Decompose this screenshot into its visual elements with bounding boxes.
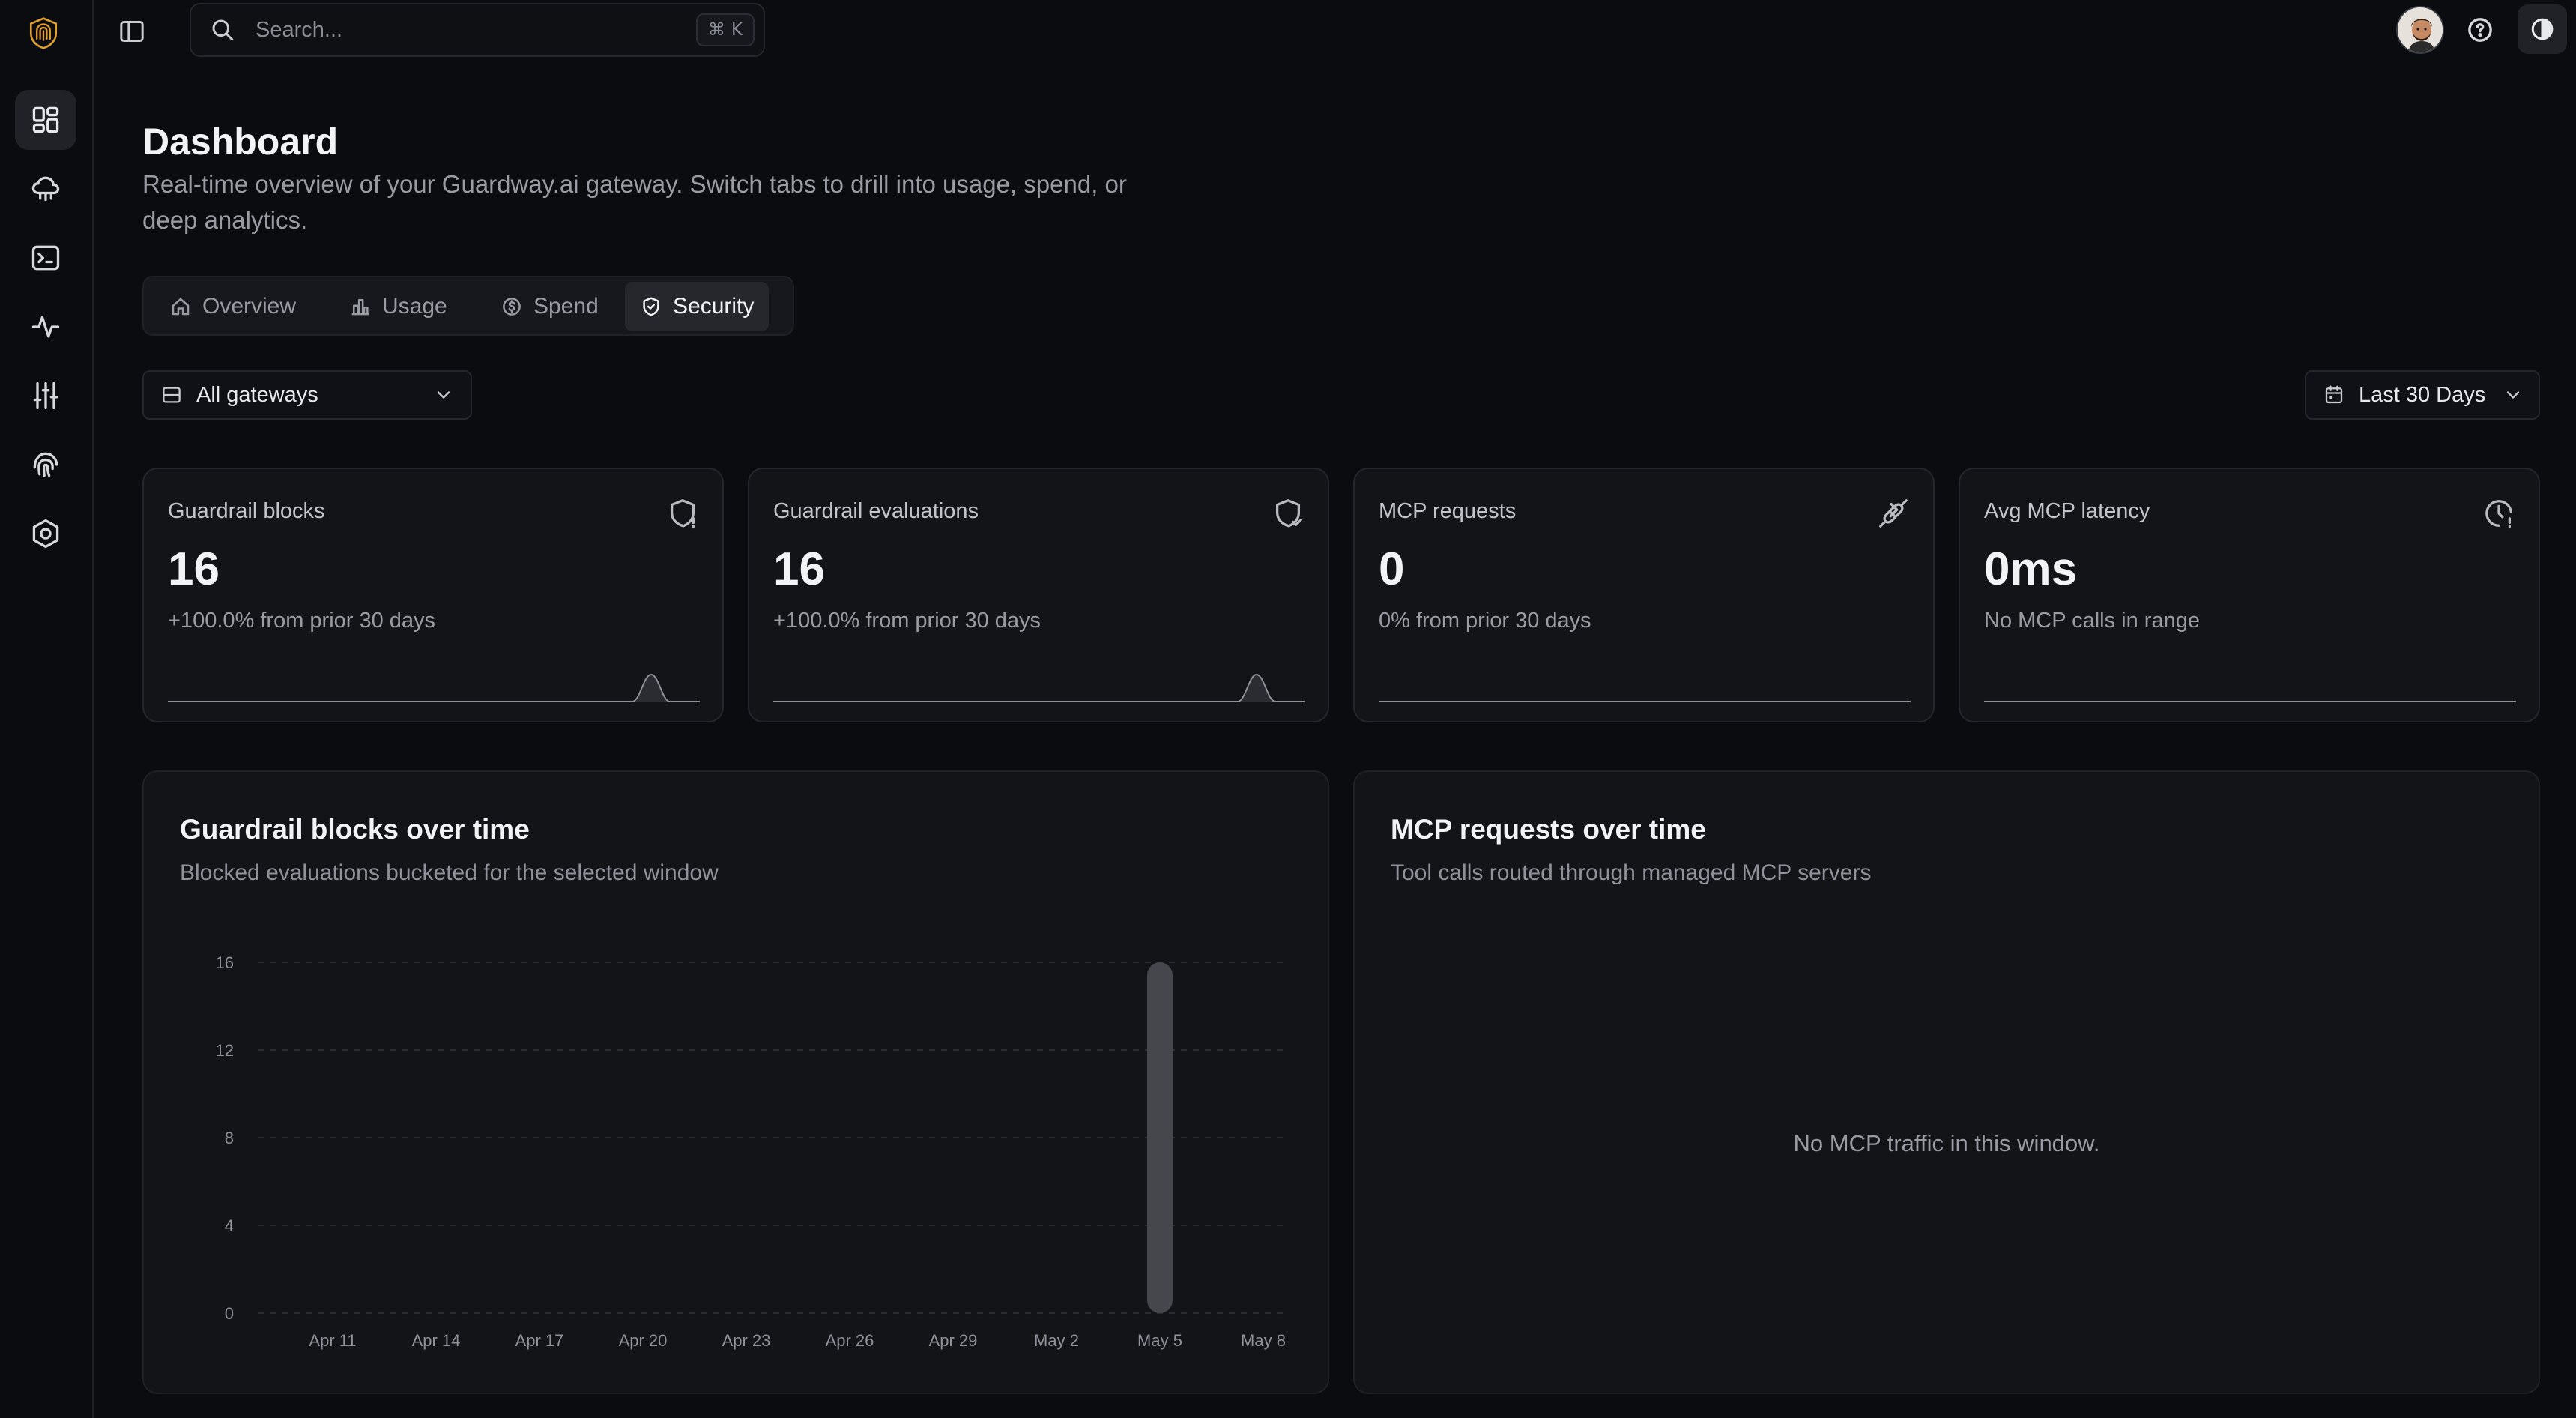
kpi-delta: +100.0% from prior 30 days [168, 609, 436, 633]
bar[interactable] [1147, 962, 1173, 1313]
theme-toggle-button[interactable] [2518, 4, 2567, 54]
kpi-label: Guardrail blocks [168, 499, 325, 523]
x-tick-label: May 2 [1034, 1331, 1079, 1350]
server-icon [163, 387, 181, 403]
y-tick-label: 8 [225, 1129, 234, 1147]
kpi-card-mcp-requests: MCP requests 0 0% from prior 30 days [1353, 468, 1935, 722]
guardrail-blocks-chart: 0 4 8 12 16 Apr 11 Apr 14 Apr 17 Apr 20 Apr 23 Apr… [216, 953, 1286, 1350]
panel-left-icon [120, 21, 144, 42]
kpi-card-guardrail-evaluations: Guardrail evaluations 16 +100.0% from pr… [748, 468, 1329, 722]
kpi-delta: 0% from prior 30 days [1379, 609, 1591, 633]
x-tick-label: Apr 29 [929, 1331, 978, 1350]
cloud-network-icon [31, 176, 60, 202]
search-icon [212, 19, 234, 41]
nav-controls[interactable] [15, 366, 76, 426]
sidebar-rail [0, 0, 94, 1418]
kpi-value: 0ms [1984, 543, 2078, 595]
sparkline [1379, 701, 1911, 702]
tab-security-label: Security [673, 294, 755, 319]
y-tick-label: 4 [225, 1216, 234, 1235]
y-tick-label: 12 [216, 1041, 234, 1060]
date-range-value: Last 30 Days [2359, 382, 2486, 407]
guardway-logo-icon[interactable] [27, 16, 64, 54]
sidebar-toggle-button[interactable] [117, 16, 147, 46]
gateway-select-value: All gateways [196, 382, 318, 407]
x-tick-label: Apr 17 [515, 1331, 564, 1350]
nav-identity[interactable] [15, 435, 76, 495]
kpi-label: Guardrail evaluations [773, 499, 979, 523]
clock-alert-icon [2485, 500, 2512, 528]
y-tick-label: 16 [216, 953, 234, 972]
kpi-delta: +100.0% from prior 30 days [773, 609, 1041, 633]
plug-icon [1879, 499, 1908, 528]
kpi-label: Avg MCP latency [1984, 499, 2150, 523]
nav-activity[interactable] [15, 297, 76, 357]
sparkline [168, 673, 700, 702]
page-subtitle: Real-time overview of your Guardway.ai g… [142, 170, 1127, 234]
kpi-value: 16 [168, 543, 220, 595]
sliders-icon [33, 381, 58, 410]
command-key-label: ⌘ [707, 20, 725, 40]
kpi-card-guardrail-blocks: Guardrail blocks 16 +100.0% from prior 3… [142, 468, 724, 722]
shield-check-icon [1275, 499, 1302, 528]
y-tick-label: 0 [225, 1304, 234, 1323]
calendar-icon [2325, 385, 2343, 404]
x-tick-label: Apr 14 [412, 1331, 461, 1350]
x-tick-label: May 5 [1137, 1331, 1182, 1350]
kpi-delta: No MCP calls in range [1984, 609, 2200, 633]
tab-security[interactable]: Security [625, 282, 770, 331]
kpi-value: 0 [1379, 543, 1405, 595]
guardrail-blocks-panel: Guardrail blocks over time Blocked evalu… [142, 770, 1329, 1394]
tab-overview[interactable]: Overview [154, 282, 311, 331]
dashboard-tabs: Overview Usage Spend Security [142, 276, 794, 336]
x-tick-label: Apr 11 [309, 1331, 356, 1350]
kpi-card-avg-mcp-latency: Avg MCP latency 0ms No MCP calls in rang… [1959, 468, 2540, 722]
search-input[interactable]: Search... [256, 18, 696, 43]
kpi-value: 16 [773, 543, 825, 595]
bar-chart-icon [351, 299, 369, 316]
tab-overview-label: Overview [202, 294, 297, 319]
nav-cloud[interactable] [15, 159, 76, 219]
gateway-select[interactable]: All gateways [142, 370, 472, 420]
sparkline [1984, 701, 2516, 702]
dashboard-grid-icon [32, 106, 59, 133]
help-button[interactable] [2465, 15, 2495, 45]
user-avatar[interactable] [2396, 6, 2444, 54]
page-title: Dashboard [142, 121, 339, 163]
kpi-label: MCP requests [1379, 499, 1517, 523]
x-tick-label: Apr 23 [722, 1331, 771, 1350]
tab-spend[interactable]: Spend [486, 282, 614, 331]
search-bar[interactable]: Search... ⌘ K [190, 3, 765, 57]
dollar-circle-icon [503, 298, 521, 316]
chevron-down-icon [2506, 391, 2520, 399]
home-icon [172, 298, 190, 316]
activity-icon [31, 316, 60, 338]
tab-spend-label: Spend [533, 294, 599, 319]
search-shortcut-badge: ⌘ K [695, 13, 755, 46]
nav-dashboard[interactable] [15, 90, 76, 150]
terminal-icon [31, 245, 60, 271]
mcp-requests-panel: MCP requests over time Tool calls routed… [1353, 770, 2540, 1394]
x-tick-label: Apr 20 [619, 1331, 668, 1350]
nav-settings[interactable] [15, 504, 76, 564]
empty-state-message: No MCP traffic in this window. [1793, 1130, 2100, 1156]
sparkline [773, 673, 1305, 702]
contrast-icon [2531, 18, 2554, 40]
k-key-label: K [731, 20, 743, 40]
shield-alert-icon [670, 499, 695, 528]
shield-icon [643, 297, 659, 316]
date-range-select[interactable]: Last 30 Days [2305, 370, 2540, 420]
nav-terminal[interactable] [15, 228, 76, 288]
fingerprint-icon [33, 452, 58, 477]
x-tick-label: May 8 [1241, 1331, 1286, 1350]
hexagon-settings-icon [32, 519, 59, 549]
avatar-illustration-icon [2398, 7, 2443, 52]
panel-subtitle: Tool calls routed through managed MCP se… [1391, 860, 1872, 885]
panel-title: MCP requests over time [1391, 814, 1706, 845]
tab-usage[interactable]: Usage [334, 282, 462, 331]
chevron-down-icon [437, 391, 450, 399]
help-circle-icon [2468, 18, 2492, 42]
tab-usage-label: Usage [382, 294, 447, 319]
x-tick-label: Apr 26 [826, 1331, 874, 1350]
